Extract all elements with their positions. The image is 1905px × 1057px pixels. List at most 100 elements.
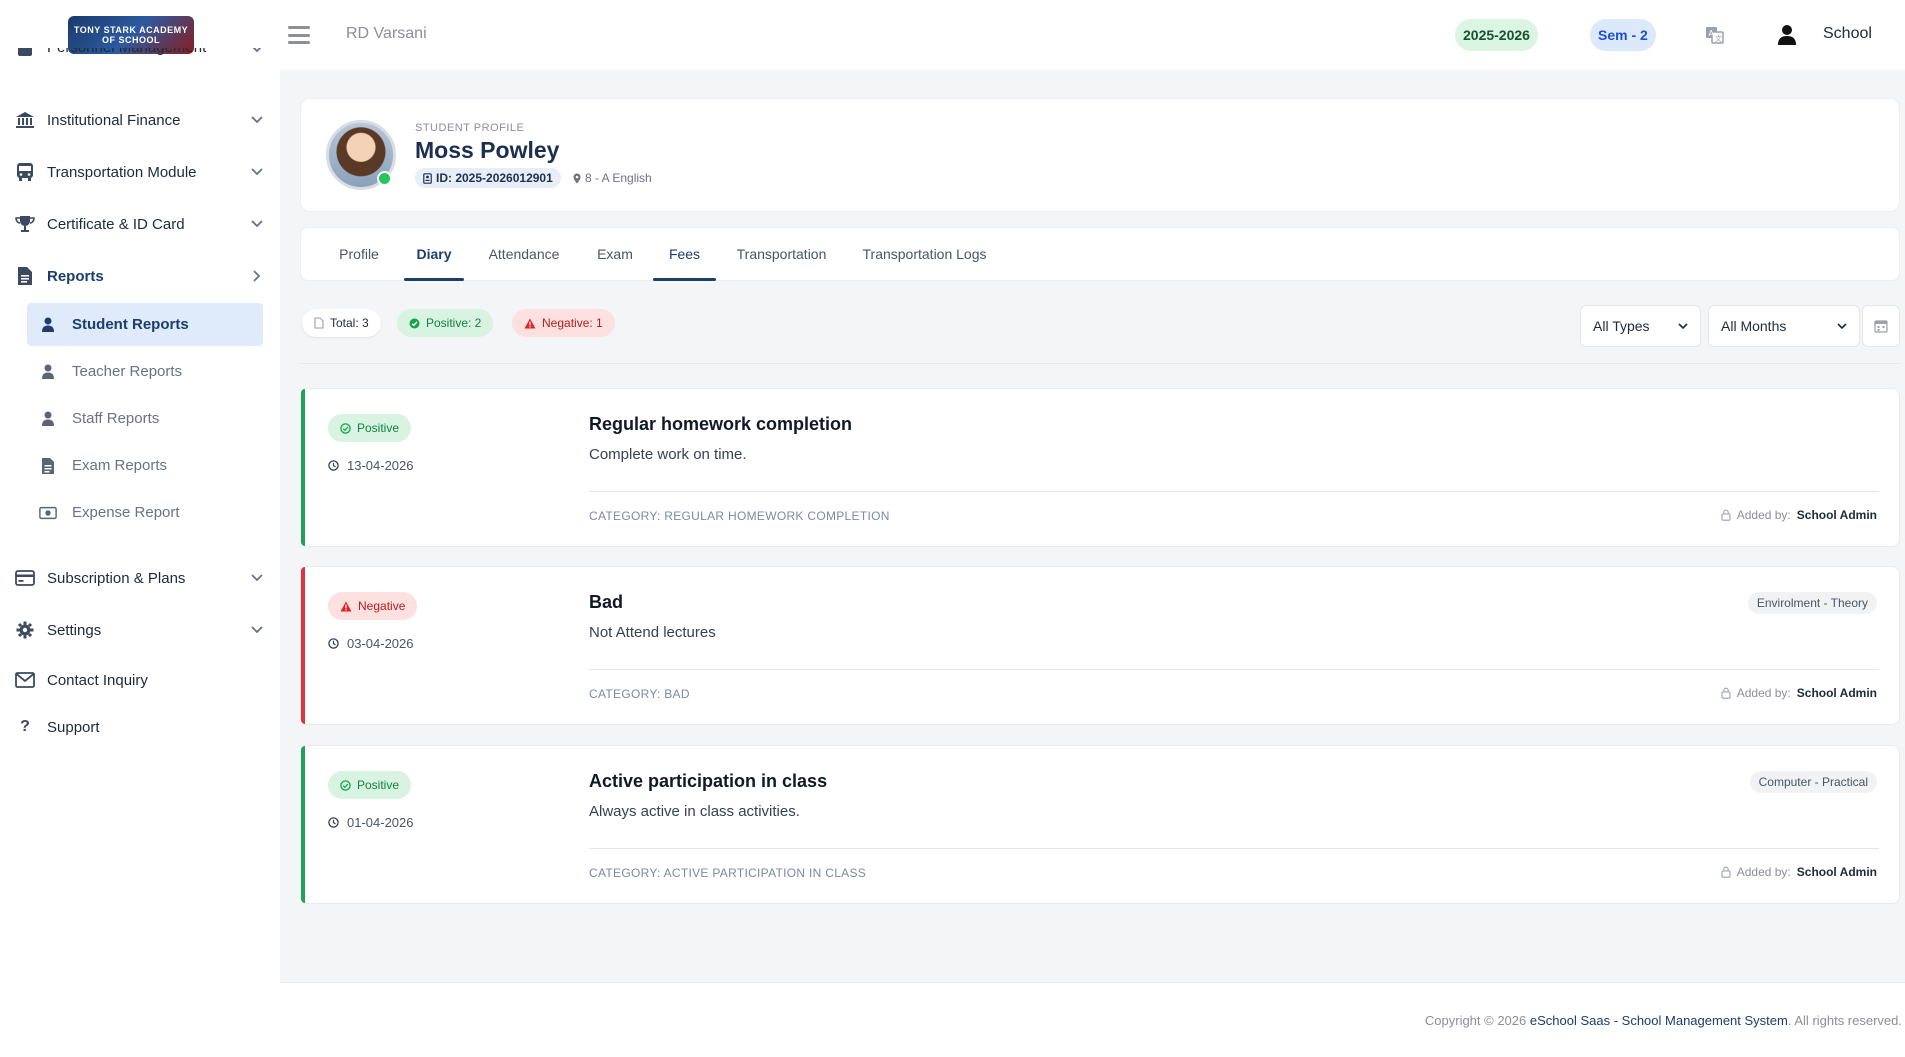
warning-icon <box>524 318 536 328</box>
sidebar-subitem-expense-report[interactable]: Expense Report <box>27 491 263 534</box>
sidebar-subitem-staff-reports[interactable]: Staff Reports <box>27 397 263 440</box>
entry-date: 01-04-2026 <box>328 815 414 830</box>
file-icon <box>314 317 324 329</box>
sidebar-item-contact-inquiry[interactable]: Contact Inquiry <box>0 658 280 702</box>
sidebar-subitem-label: Teacher Reports <box>72 363 183 380</box>
users-icon <box>14 48 36 62</box>
student-class-label: 8 - A English <box>585 171 652 185</box>
tab-transportation-logs[interactable]: Transportation Logs <box>858 227 991 281</box>
sidebar-subitem-label: Exam Reports <box>72 457 168 474</box>
credit-card-icon <box>14 567 36 589</box>
footer-prefix: Copyright © 2026 <box>1424 1013 1530 1028</box>
diary-entry: Negative 03-04-2026 Bad Envirolment - Th… <box>300 566 1900 725</box>
entry-category: CATEGORY: ACTIVE PARTICIPATION IN CLASS <box>589 866 867 880</box>
menu-toggle-icon[interactable] <box>288 26 310 44</box>
sidebar-item-subscription[interactable]: Subscription & Plans <box>0 556 280 600</box>
entry-type-badge: Positive <box>328 771 412 799</box>
user-icon <box>39 316 57 334</box>
sidebar-subitem-label: Expense Report <box>72 504 180 521</box>
sidebar-item-label: Contact Inquiry <box>47 671 148 689</box>
user-name[interactable]: School <box>1823 25 1872 43</box>
envelope-icon <box>14 669 36 691</box>
tab-fees[interactable]: Fees <box>653 227 716 281</box>
footer-suffix: . All rights reserved. <box>1787 1013 1902 1028</box>
report-icon <box>14 265 36 287</box>
added-by-label: Added by: <box>1736 508 1791 522</box>
sidebar-item-label: Institutional Finance <box>47 111 181 129</box>
tab-exam[interactable]: Exam <box>587 227 643 281</box>
month-filter-select[interactable]: All Months <box>1708 305 1860 347</box>
chevron-down-icon <box>250 48 264 56</box>
entry-description: Not Attend lectures <box>589 624 716 641</box>
sidebar-item-personnel[interactable]: Personnel Management <box>0 48 280 70</box>
bus-icon <box>14 161 36 183</box>
footer-copyright: Copyright © 2026 eSchool Saas - School M… <box>1425 1013 1902 1028</box>
tab-profile[interactable]: Profile <box>329 227 389 281</box>
sidebar-item-support[interactable]: ? Support <box>0 705 280 749</box>
chevron-down-icon <box>1678 322 1688 329</box>
lock-icon <box>1721 509 1731 521</box>
student-id: ID: 2025-2026012901 <box>436 171 553 185</box>
chevron-down-icon <box>250 623 264 637</box>
entry-date-value: 03-04-2026 <box>347 636 414 651</box>
type-filter-select[interactable]: All Types <box>1580 305 1701 347</box>
added-by-name: School Admin <box>1796 686 1877 700</box>
sidebar-item-reports[interactable]: Reports <box>0 254 280 298</box>
calendar-button[interactable] <box>1862 305 1900 347</box>
negative-count: Negative: 1 <box>542 316 603 330</box>
sidebar-subitem-teacher-reports[interactable]: Teacher Reports <box>27 350 263 393</box>
entry-type: Negative <box>358 599 406 613</box>
chevron-down-icon <box>250 217 264 231</box>
sidebar-item-label: Personnel Management <box>47 48 206 56</box>
language-icon[interactable]: A文 <box>1704 24 1726 46</box>
entry-date-value: 13-04-2026 <box>347 458 414 473</box>
entry-subject-badge: Envirolment - Theory <box>1747 592 1877 614</box>
user-icon <box>39 410 57 428</box>
student-name: Moss Powley <box>415 137 560 163</box>
entry-type-badge: Negative <box>328 592 418 620</box>
question-icon: ? <box>20 718 30 735</box>
entry-date-value: 01-04-2026 <box>347 815 414 830</box>
profile-kicker: STUDENT PROFILE <box>415 122 525 134</box>
session-badge[interactable]: 2025-2026 <box>1455 19 1538 51</box>
entry-type-badge: Positive <box>328 414 412 442</box>
svg-text:A: A <box>1709 29 1715 38</box>
tab-diary[interactable]: Diary <box>404 227 464 281</box>
footer-link[interactable]: eSchool Saas - School Management System <box>1530 1013 1788 1028</box>
tab-transportation[interactable]: Transportation <box>733 227 830 281</box>
sidebar-item-transportation[interactable]: Transportation Module <box>0 150 280 194</box>
sidebar-item-settings[interactable]: Settings <box>0 608 280 652</box>
entry-status-bar <box>301 567 305 724</box>
entry-status-bar <box>301 389 305 546</box>
sidebar-item-label: Transportation Module <box>47 163 197 181</box>
diary-entry: Positive 13-04-2026 Regular homework com… <box>300 388 1900 547</box>
chevron-down-icon <box>1837 322 1847 329</box>
entry-date: 03-04-2026 <box>328 636 414 651</box>
check-circle-icon <box>340 422 351 434</box>
clock-icon <box>328 638 339 649</box>
tab-attendance[interactable]: Attendance <box>483 227 565 281</box>
user-avatar-icon[interactable] <box>1776 23 1798 47</box>
chevron-down-icon <box>250 113 264 127</box>
calendar-icon <box>1874 320 1888 333</box>
sidebar-subitem-label: Student Reports <box>72 316 189 333</box>
entry-divider <box>589 848 1879 849</box>
logo-text: TONY STARK ACADEMY OF SCHOOL <box>73 25 189 45</box>
negative-count-badge: Negative: 1 <box>512 309 615 337</box>
sidebar-item-finance[interactable]: Institutional Finance <box>0 98 280 142</box>
lock-icon <box>1721 866 1731 878</box>
entry-date: 13-04-2026 <box>328 458 414 473</box>
semester-badge[interactable]: Sem - 2 <box>1590 19 1656 51</box>
entry-category: CATEGORY: REGULAR HOMEWORK COMPLETION <box>589 509 890 523</box>
sidebar-subitem-exam-reports[interactable]: Exam Reports <box>27 444 263 487</box>
sidebar-item-certificate[interactable]: Certificate & ID Card <box>0 202 280 246</box>
chevron-down-icon <box>250 165 264 179</box>
section-divider <box>300 363 1900 364</box>
online-status-dot <box>377 171 392 186</box>
entry-description: Complete work on time. <box>589 446 747 463</box>
sidebar-item-label: Reports <box>47 267 104 285</box>
sidebar-subitem-student-reports[interactable]: Student Reports <box>27 303 263 346</box>
trophy-icon <box>14 213 36 235</box>
check-circle-icon <box>340 779 351 791</box>
entry-title: Bad <box>589 592 624 612</box>
